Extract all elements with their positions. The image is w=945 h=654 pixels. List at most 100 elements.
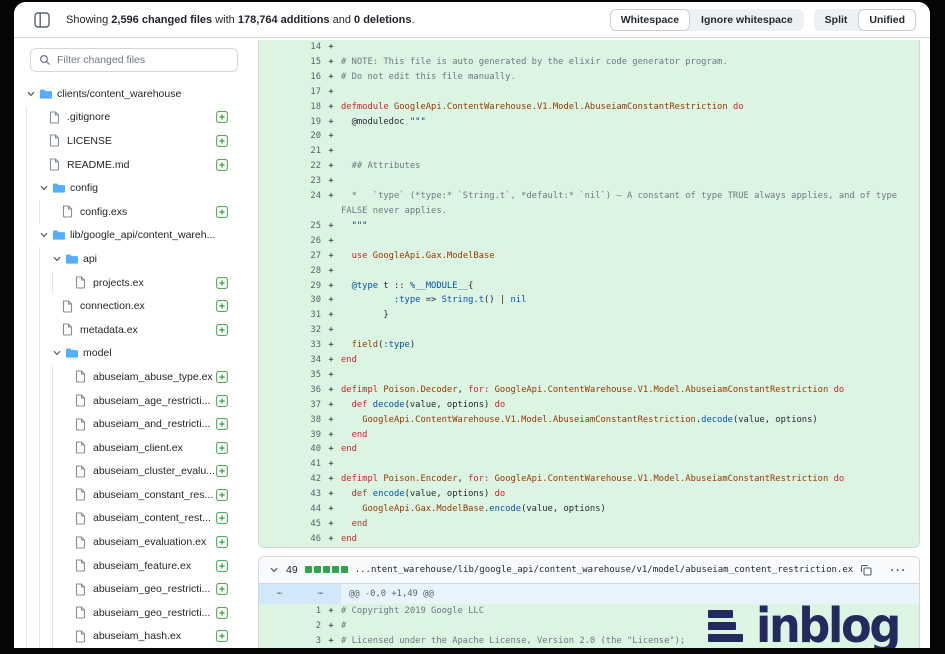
diff-line: 25+ """ <box>259 219 919 234</box>
diff-line: 1+# Copyright 2019 Google LLC <box>259 604 919 619</box>
tree-item-label: abuseiam_client.ex <box>93 442 183 454</box>
diff-layout-toggle-group: Split Unified <box>814 9 916 31</box>
line-number: 18 <box>293 100 321 115</box>
indent-guide <box>26 483 39 507</box>
indent-guide <box>52 365 65 389</box>
line-number: 14 <box>293 40 321 55</box>
indent-guide <box>26 271 39 295</box>
tree-row-file[interactable]: abuseiam_constant_res... <box>14 483 252 507</box>
line-number: 33 <box>293 338 321 353</box>
diff-sign: + <box>321 634 341 648</box>
file-added-indicator <box>216 324 228 336</box>
expand-hunk-button[interactable]: ⋯ <box>259 584 300 604</box>
file-added-icon <box>216 277 228 289</box>
diff-sign <box>321 204 341 219</box>
diff-sign: + <box>321 502 341 517</box>
tree-row-file[interactable]: abuseiam_evaluation.ex <box>14 530 252 554</box>
diff-line: 14+ <box>259 40 919 55</box>
diff-sign: + <box>321 487 341 502</box>
tree-row-file[interactable]: connection.ex <box>14 294 252 318</box>
diffstat-added-block <box>314 566 321 573</box>
file-tree: clients/content_warehouse .gitignore LICEN… <box>14 82 252 648</box>
line-number: 2 <box>293 619 321 634</box>
tree-row-folder[interactable]: lib/google_api/content_wareh... <box>14 224 252 248</box>
code-text: GoogleApi.ContentWarehouse.V1.Model.Abus… <box>341 413 919 428</box>
tree-item-label: abuseiam_cluster_evalu... <box>93 465 215 477</box>
diff-sign: + <box>321 129 341 144</box>
chevron-down-icon <box>39 230 49 240</box>
diff-sign: + <box>321 353 341 368</box>
indent-guide <box>52 554 65 578</box>
line-number: 38 <box>293 413 321 428</box>
indent-guide <box>39 530 52 554</box>
indent-guide <box>39 577 52 601</box>
tree-item-label: model <box>83 347 112 359</box>
chevron-down-icon <box>52 348 62 358</box>
tree-row-file[interactable]: abuseiam_feature.ex <box>14 554 252 578</box>
tree-row-file[interactable]: LICENSE <box>14 129 252 153</box>
tree-row-file[interactable]: metadata.ex <box>14 318 252 342</box>
tree-item-label: .gitignore <box>67 111 110 123</box>
diff-sign: + <box>321 264 341 279</box>
file-icon <box>75 606 86 619</box>
tree-row-folder[interactable]: clients/content_warehouse <box>14 82 252 106</box>
tree-row-file[interactable]: abuseiam_and_restricti... <box>14 412 252 436</box>
unified-view-button[interactable]: Unified <box>858 9 916 31</box>
file-added-icon <box>216 465 228 477</box>
line-number: 21 <box>293 144 321 159</box>
file-added-icon <box>216 607 228 619</box>
indent-guide <box>52 460 65 484</box>
diff-sign: + <box>321 144 341 159</box>
tree-row-file[interactable]: abuseiam_client.ex <box>14 436 252 460</box>
diff-line: 26+ <box>259 234 919 249</box>
tree-row-folder[interactable]: api <box>14 247 252 271</box>
tree-row-file[interactable]: projects.ex <box>14 271 252 295</box>
file-options-kebab-button[interactable]: ··· <box>891 563 910 577</box>
tree-row-file[interactable]: config.exs <box>14 200 252 224</box>
tree-row-file[interactable]: abuseiam_content_rest... <box>14 507 252 531</box>
code-text: def encode(value, options) do <box>341 487 919 502</box>
tree-row-folder[interactable]: model <box>14 342 252 366</box>
collapse-file-button[interactable] <box>269 565 279 575</box>
tree-item-label: abuseiam_constant_res... <box>93 489 213 501</box>
diffstat-added-block <box>341 566 348 573</box>
indent-guide <box>26 507 39 531</box>
file-added-indicator <box>216 536 228 548</box>
tree-row-file[interactable]: abuseiam_hash.ex <box>14 625 252 648</box>
split-view-button[interactable]: Split <box>814 9 859 31</box>
tree-row-folder[interactable]: config <box>14 176 252 200</box>
diff-file-card-next: 49 ...ntent_warehouse/lib/google_api/con… <box>258 556 920 648</box>
line-number: 35 <box>293 368 321 383</box>
indent-guide <box>26 247 39 271</box>
code-text: # NOTE: This file is auto generated by t… <box>341 55 919 70</box>
tree-row-file[interactable]: README.md <box>14 153 252 177</box>
whitespace-button[interactable]: Whitespace <box>610 9 690 31</box>
diffstat-blocks <box>305 566 348 573</box>
diff-sign: + <box>321 159 341 174</box>
diff-line: 24+ * `type` (*type:* `String.t`, *defau… <box>259 189 919 204</box>
file-added-indicator <box>216 371 228 383</box>
tree-row-file[interactable]: abuseiam_geo_restricti... <box>14 601 252 625</box>
tree-row-file[interactable]: abuseiam_abuse_type.ex <box>14 365 252 389</box>
diff-line: 38+ GoogleApi.ContentWarehouse.V1.Model.… <box>259 413 919 428</box>
tree-row-file[interactable]: abuseiam_geo_restricti... <box>14 577 252 601</box>
collapse-file-tree-button[interactable] <box>32 10 52 30</box>
tree-item-label: LICENSE <box>67 135 112 147</box>
expand-hunk-button[interactable]: ⋯ <box>300 584 341 604</box>
search-icon <box>39 54 51 66</box>
file-icon <box>75 465 86 478</box>
tree-row-file[interactable]: abuseiam_age_restricti... <box>14 389 252 413</box>
tree-row-file[interactable]: .gitignore <box>14 106 252 130</box>
filter-changed-files-input[interactable] <box>57 54 229 66</box>
tree-item-label: abuseiam_geo_restricti... <box>93 583 210 595</box>
tree-item-label: api <box>83 253 97 265</box>
copy-path-button[interactable] <box>860 564 872 576</box>
code-text: end <box>341 428 919 443</box>
file-added-icon <box>216 395 228 407</box>
tree-row-file[interactable]: abuseiam_cluster_evalu... <box>14 460 252 484</box>
file-added-icon <box>216 111 228 123</box>
diff-sign: + <box>321 413 341 428</box>
line-number: 46 <box>293 532 321 547</box>
tree-item-label: abuseiam_geo_restricti... <box>93 607 210 619</box>
ignore-whitespace-button[interactable]: Ignore whitespace <box>690 9 804 31</box>
